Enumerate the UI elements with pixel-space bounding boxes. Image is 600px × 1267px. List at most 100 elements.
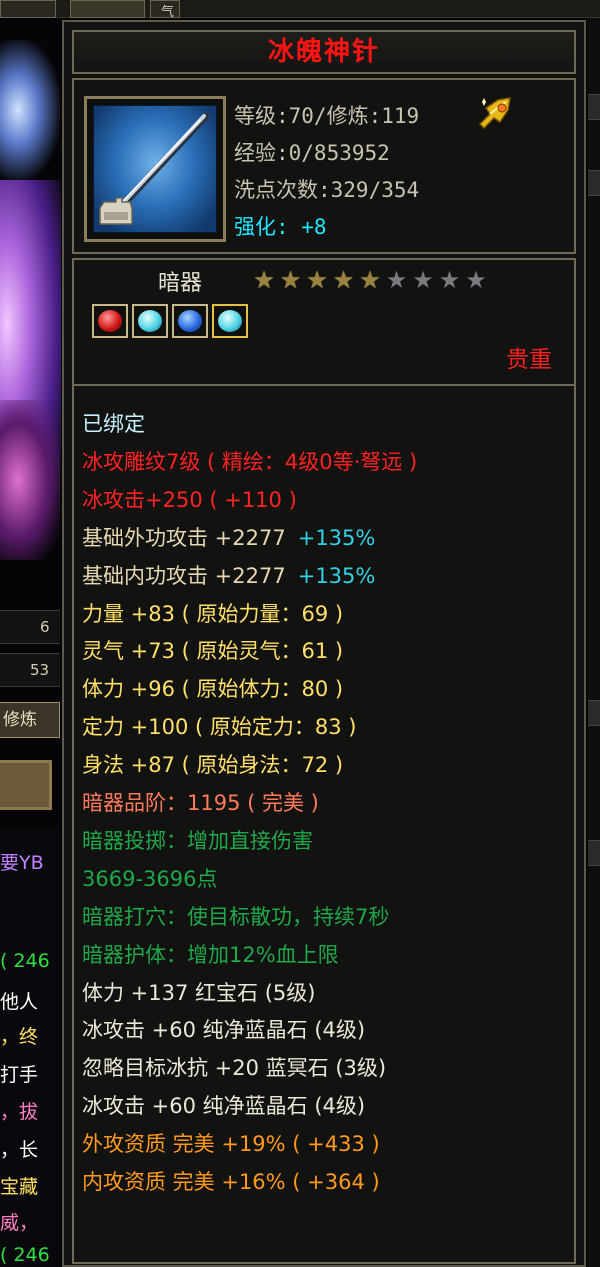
attribute-line: 灵气 +73 ( 原始灵气：61 ) xyxy=(82,635,343,665)
item-name: 冰魄神针 xyxy=(267,37,380,67)
background-tab[interactable] xyxy=(70,0,145,18)
item-reset-count: 洗点次数:329/354 xyxy=(234,178,420,202)
background-tab[interactable]: 气 xyxy=(150,0,180,20)
background-right-tab[interactable] xyxy=(588,94,600,120)
chat-line: 要YB xyxy=(0,852,44,874)
background-right-tab[interactable] xyxy=(588,840,600,866)
background-right-edge xyxy=(586,18,600,1267)
tooltip-title-bar: 冰魄神针 xyxy=(72,30,576,74)
chat-line: ，长 xyxy=(0,1139,39,1161)
gem-slot[interactable] xyxy=(212,304,248,338)
chat-panel: 要YB ( 246 他人 ，终 打手 ，拔 ，长 宝藏 威， ( 246 xyxy=(0,830,60,1267)
star-rating: ★ ★ ★ ★ ★ ★ ★ ★ ★ xyxy=(252,268,491,292)
item-icon-frame xyxy=(84,96,226,242)
item-experience: 经验:0/853952 xyxy=(234,141,390,165)
attribute-text: 定力 +100 ( 原始定力：83 ) xyxy=(82,715,357,740)
background-stat-number: 6 xyxy=(0,610,60,644)
item-header: 等级:70/修炼:119 经验:0/853952 洗点次数:329/354 强化… xyxy=(72,78,576,254)
attribute-text: 冰攻击 +60 纯净蓝晶石 (4级) xyxy=(82,1094,366,1119)
background-right-tab[interactable] xyxy=(588,700,600,726)
attribute-line: 暗器品阶：1195 ( 完美 ) xyxy=(82,787,319,817)
gem-slot[interactable] xyxy=(172,304,208,338)
blue-gem-icon xyxy=(178,310,202,332)
chat-line: 打手 xyxy=(0,1064,39,1086)
chat-line: ( 246 xyxy=(0,950,50,972)
red-gem-icon xyxy=(98,310,122,332)
chat-line: 宝藏 xyxy=(0,1176,39,1198)
chat-line: ，终 xyxy=(0,1026,39,1048)
background-tab-label: 气 xyxy=(161,5,175,20)
star-filled-icon: ★ xyxy=(306,266,328,294)
attribute-line: 力量 +83 ( 原始力量：69 ) xyxy=(82,598,343,628)
attribute-line: 冰攻击+250 ( +110 ) xyxy=(82,484,297,514)
attribute-text: 忽略目标冰抗 +20 蓝冥石 (3级) xyxy=(82,1056,387,1081)
background-right-tab[interactable] xyxy=(588,170,600,196)
attribute-text: 冰攻雕纹7级 ( 精绘：4级0等·弩远 ) xyxy=(82,449,418,474)
cyan-gem-icon xyxy=(138,310,162,332)
attribute-text: 3669-3696点 xyxy=(82,866,218,891)
chat-line: 他人 xyxy=(0,991,39,1013)
background-effect xyxy=(0,400,60,560)
attribute-text: 体力 +96 ( 原始体力：80 ) xyxy=(82,677,344,702)
item-type-label: 暗器 xyxy=(158,271,203,296)
item-rarity: 贵重 xyxy=(506,347,552,373)
item-tooltip: 冰魄神针 等级:70/修炼:119 经验:0/853952 洗点次数:329/3… xyxy=(62,20,586,1267)
item-enhance-level: 强化: +8 xyxy=(234,215,327,239)
attribute-line: 冰攻击 +60 纯净蓝晶石 (4级) xyxy=(82,1014,365,1044)
attribute-percent: +135% xyxy=(297,563,376,588)
background-stat-number: 53 xyxy=(0,653,60,687)
attribute-line: 已绑定 xyxy=(82,408,145,438)
background-slot[interactable] xyxy=(0,760,52,810)
attribute-text: 身法 +87 ( 原始身法：72 ) xyxy=(82,753,344,778)
attribute-text: 外攻资质 完美 +19% ( +433 ) xyxy=(82,1132,380,1157)
chat-line: ，拔 xyxy=(0,1101,39,1123)
attribute-line: 3669-3696点 xyxy=(82,863,217,893)
star-empty-icon: ★ xyxy=(465,266,487,294)
attribute-line: 内攻资质 完美 +16% ( +364 ) xyxy=(82,1166,380,1196)
attribute-text: 力量 +83 ( 原始力量：69 ) xyxy=(82,601,344,626)
gem-slot[interactable] xyxy=(92,304,128,338)
star-empty-icon: ★ xyxy=(438,266,461,294)
attribute-line: 外攻资质 完美 +19% ( +433 ) xyxy=(82,1128,380,1158)
cyan-gem-icon xyxy=(218,310,242,332)
gem-slot[interactable] xyxy=(132,304,168,338)
gem-slots xyxy=(92,304,252,342)
attribute-line: 基础内功攻击 +2277 +135% xyxy=(82,560,375,590)
background-top-bar: 气 xyxy=(0,0,600,20)
attribute-line: 基础外功攻击 +2277 +135% xyxy=(82,522,375,552)
attribute-line: 定力 +100 ( 原始定力：83 ) xyxy=(82,711,357,741)
attribute-text: 暗器品阶：1195 ( 完美 ) xyxy=(82,791,319,815)
attribute-line: 体力 +96 ( 原始体力：80 ) xyxy=(82,673,343,703)
attribute-line: 体力 +137 红宝石 (5级) xyxy=(82,977,315,1007)
attribute-line: 暗器护体：增加12%血上限 xyxy=(82,939,339,969)
star-filled-icon: ★ xyxy=(359,266,381,294)
item-level: 等级:70/修炼:119 xyxy=(234,104,420,128)
attribute-text: 灵气 +73 ( 原始灵气：61 ) xyxy=(82,639,344,664)
attribute-text: 暗器打穴：使目标散功，持续7秒 xyxy=(82,904,390,929)
star-empty-icon: ★ xyxy=(412,266,434,294)
attribute-text: 冰攻击+250 ( +110 ) xyxy=(82,487,297,512)
item-attributes: 已绑定冰攻雕纹7级 ( 精绘：4级0等·弩远 ) 冰攻击+250 ( +110 )… xyxy=(72,384,576,1264)
attribute-line: 忽略目标冰抗 +20 蓝冥石 (3级) xyxy=(82,1052,386,1082)
chat-line: ( 246 xyxy=(0,1244,50,1266)
attribute-text: 体力 +137 红宝石 (5级) xyxy=(82,980,316,1005)
star-empty-icon: ★ xyxy=(385,266,408,294)
item-type-section: 暗器 ★ ★ ★ ★ ★ ★ ★ ★ ★ 贵重 xyxy=(72,258,576,384)
attribute-line: 身法 +87 ( 原始身法：72 ) xyxy=(82,749,343,779)
attribute-percent: +135% xyxy=(297,525,376,550)
attribute-text: 内攻资质 完美 +16% ( +364 ) xyxy=(82,1170,380,1194)
attribute-line: 暗器打穴：使目标散功，持续7秒 xyxy=(82,901,389,931)
needle-icon xyxy=(93,105,217,233)
attribute-line: 冰攻雕纹7级 ( 精绘：4级0等·弩远 ) xyxy=(82,446,417,476)
cultivate-button[interactable]: 修炼 xyxy=(0,702,60,738)
background-effect xyxy=(0,40,60,180)
chat-line: 威， xyxy=(0,1212,39,1234)
attribute-text: 冰攻击 +60 纯净蓝晶石 (4级) xyxy=(82,1018,366,1043)
attribute-text: 基础内功攻击 +2277 xyxy=(82,563,286,588)
star-filled-icon: ★ xyxy=(253,266,275,294)
attribute-text: 暗器投掷：增加直接伤害 xyxy=(82,828,313,853)
attribute-line: 冰攻击 +60 纯净蓝晶石 (4级) xyxy=(82,1090,365,1120)
attribute-line: 暗器投掷：增加直接伤害 xyxy=(82,825,313,855)
attribute-text: 基础外功攻击 +2277 xyxy=(82,525,286,550)
background-tab[interactable] xyxy=(0,0,56,18)
